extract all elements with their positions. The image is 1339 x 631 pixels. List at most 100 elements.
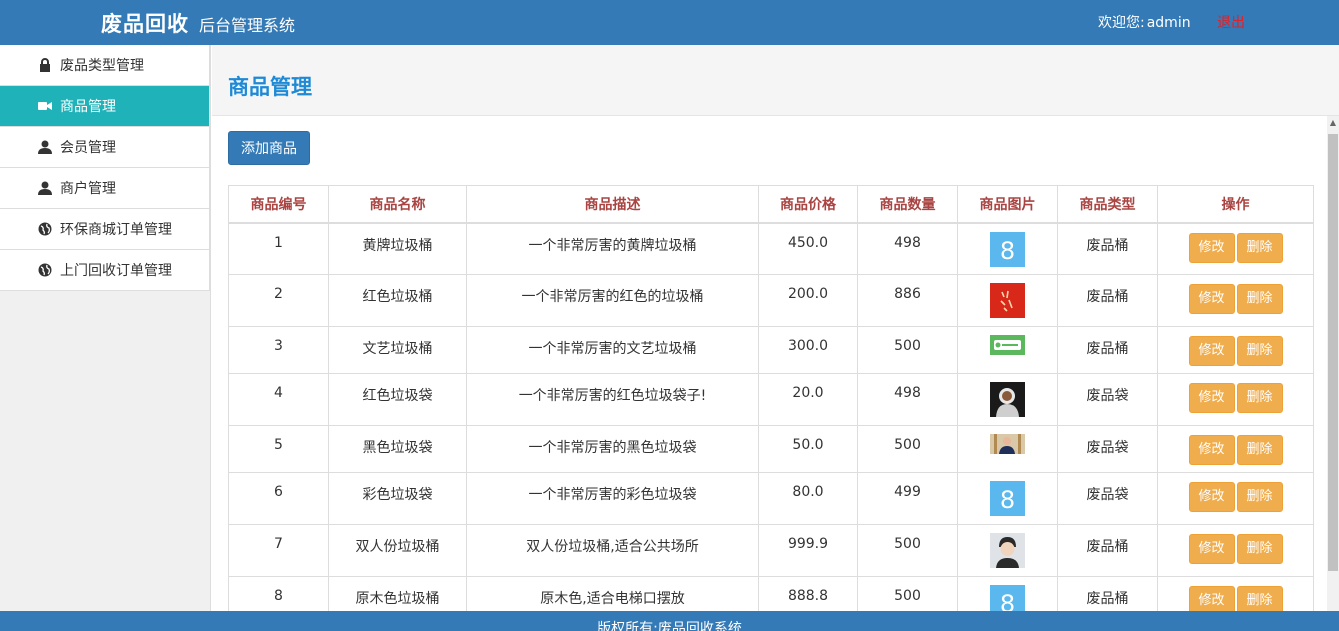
- cell-type: 废品桶: [1057, 524, 1158, 577]
- products-table: 商品编号 商品名称 商品描述 商品价格 商品数量 商品图片 商品类型 操作 1 …: [228, 185, 1314, 611]
- add-product-button[interactable]: 添加商品: [228, 131, 310, 165]
- cell-price: 20.0: [758, 373, 858, 426]
- cell-name: 黄牌垃圾桶: [328, 222, 467, 275]
- cell-qty: 500: [857, 425, 958, 473]
- edit-button[interactable]: 修改: [1188, 336, 1235, 366]
- column-header: 商品图片: [957, 185, 1058, 224]
- edit-button[interactable]: 修改: [1188, 284, 1235, 314]
- cell-qty: 500: [857, 326, 958, 374]
- user-icon: [38, 140, 52, 154]
- sidebar-item-products[interactable]: 商品管理: [0, 86, 209, 127]
- product-thumbnail: 8: [990, 481, 1025, 516]
- cell-type: 废品桶: [1057, 274, 1158, 327]
- footer: 版权所有:废品回收系统: [0, 611, 1339, 631]
- cell-type: 废品袋: [1057, 472, 1158, 525]
- cell-name: 红色垃圾袋: [328, 373, 467, 426]
- product-thumbnail: [990, 434, 1025, 454]
- edit-button[interactable]: 修改: [1188, 232, 1235, 263]
- top-navbar: 废品回收 后台管理系统 欢迎您: admin 退出: [0, 0, 1339, 45]
- column-header: 商品描述: [466, 185, 759, 224]
- globe-icon: [38, 263, 52, 277]
- page-header: [212, 45, 1339, 116]
- cell-image: 8: [957, 576, 1058, 611]
- product-thumbnail: [990, 335, 1025, 355]
- table-row: 3 文艺垃圾桶 一个非常厉害的文艺垃圾桶 300.0 500 废品桶 修改 删除: [228, 326, 1314, 374]
- page-title: 商品管理: [228, 75, 312, 99]
- cell-name: 红色垃圾桶: [328, 274, 467, 327]
- cell-desc: 一个非常厉害的黄牌垃圾桶: [466, 222, 759, 275]
- cell-image: [957, 425, 1058, 473]
- cell-image: [957, 373, 1058, 426]
- sidebar-item-waste-type[interactable]: 废品类型管理: [0, 45, 209, 86]
- cell-actions: 修改 删除: [1157, 576, 1314, 611]
- cell-desc: 原木色,适合电梯口摆放: [466, 576, 759, 611]
- delete-button[interactable]: 删除: [1236, 383, 1283, 413]
- cell-id: 7: [228, 524, 329, 577]
- welcome-label: 欢迎您:: [1098, 15, 1145, 31]
- cell-type: 废品袋: [1057, 425, 1158, 473]
- username: admin: [1146, 15, 1191, 31]
- table-row: 4 红色垃圾袋 一个非常厉害的红色垃圾袋子! 20.0 498 废品袋 修改 删除: [228, 373, 1314, 426]
- table-header-row: 商品编号 商品名称 商品描述 商品价格 商品数量 商品图片 商品类型 操作: [228, 185, 1314, 224]
- cell-id: 8: [228, 576, 329, 611]
- brand-subtitle: 后台管理系统: [199, 16, 296, 35]
- cell-id: 3: [228, 326, 329, 374]
- edit-button[interactable]: 修改: [1188, 435, 1235, 465]
- table-row: 7 双人份垃圾桶 双人份垃圾桶,适合公共场所 999.9 500 废品桶 修改删…: [228, 524, 1314, 577]
- column-header: 商品编号: [228, 185, 329, 224]
- delete-button[interactable]: 删除: [1236, 284, 1283, 314]
- cell-actions: 修改 删除: [1157, 524, 1314, 577]
- column-header: 商品类型: [1057, 185, 1158, 224]
- scrollbar-thumb[interactable]: [1328, 134, 1338, 571]
- delete-button[interactable]: 删除: [1236, 232, 1283, 263]
- logout-link[interactable]: 退出: [1217, 12, 1245, 32]
- cell-qty: 498: [857, 222, 958, 275]
- svg-text:8: 8: [1000, 237, 1015, 265]
- cell-price: 450.0: [758, 222, 858, 275]
- scroll-up-arrow-icon[interactable]: ▲: [1328, 118, 1338, 128]
- cell-desc: 双人份垃圾桶,适合公共场所: [466, 524, 759, 577]
- product-thumbnail: [990, 283, 1025, 318]
- cell-actions: 修改 删除: [1157, 373, 1314, 426]
- product-thumbnail: 8: [990, 585, 1025, 611]
- delete-button[interactable]: 删除: [1236, 586, 1283, 611]
- cell-price: 300.0: [758, 326, 858, 374]
- edit-button[interactable]: 修改: [1188, 383, 1235, 413]
- cell-actions: 修改 删除: [1157, 425, 1314, 473]
- cell-image: [957, 524, 1058, 577]
- cell-desc: 一个非常厉害的黑色垃圾袋: [466, 425, 759, 473]
- cell-actions: 修改 删除: [1157, 326, 1314, 374]
- cell-actions: 修改 删除: [1157, 472, 1314, 525]
- delete-button[interactable]: 删除: [1236, 482, 1283, 512]
- cell-name: 彩色垃圾袋: [328, 472, 467, 525]
- delete-button[interactable]: 删除: [1236, 435, 1283, 465]
- sidebar-item-pickup-orders[interactable]: 上门回收订单管理: [0, 250, 209, 291]
- table-row: 5 黑色垃圾袋 一个非常厉害的黑色垃圾袋 50.0 500 废品袋 修改 删除: [228, 425, 1314, 473]
- sidebar-item-merchants[interactable]: 商户管理: [0, 168, 209, 209]
- delete-button[interactable]: 删除: [1236, 336, 1283, 366]
- sidebar: 废品类型管理 商品管理 会员管理 商户管理 环保商城订单管理 上门回收订单管理: [0, 45, 211, 611]
- cell-image: 8: [957, 472, 1058, 525]
- cell-image: [957, 326, 1058, 374]
- sidebar-item-mall-orders[interactable]: 环保商城订单管理: [0, 209, 209, 250]
- cell-name: 原木色垃圾桶: [328, 576, 467, 611]
- sidebar-item-label: 上门回收订单管理: [60, 263, 172, 279]
- table-row: 1 黄牌垃圾桶 一个非常厉害的黄牌垃圾桶 450.0 498 8 废品桶 修改删…: [228, 222, 1314, 275]
- brand-title: 废品回收: [101, 12, 189, 36]
- cell-price: 888.8: [758, 576, 858, 611]
- lock-icon: [38, 58, 52, 72]
- product-thumbnail: [990, 382, 1025, 417]
- edit-button[interactable]: 修改: [1188, 482, 1235, 512]
- sidebar-item-members[interactable]: 会员管理: [0, 127, 209, 168]
- column-header: 商品价格: [758, 185, 858, 224]
- cell-desc: 一个非常厉害的红色垃圾袋子!: [466, 373, 759, 426]
- edit-button[interactable]: 修改: [1188, 586, 1235, 611]
- delete-button[interactable]: 删除: [1236, 534, 1283, 564]
- sidebar-item-label: 会员管理: [60, 140, 116, 156]
- sidebar-item-label: 废品类型管理: [60, 58, 144, 74]
- product-thumbnail: [990, 533, 1025, 568]
- table-row: 6 彩色垃圾袋 一个非常厉害的彩色垃圾袋 80.0 499 8 废品袋 修改 删除: [228, 472, 1314, 525]
- cell-type: 废品桶: [1057, 326, 1158, 374]
- cell-name: 双人份垃圾桶: [328, 524, 467, 577]
- edit-button[interactable]: 修改: [1188, 534, 1235, 564]
